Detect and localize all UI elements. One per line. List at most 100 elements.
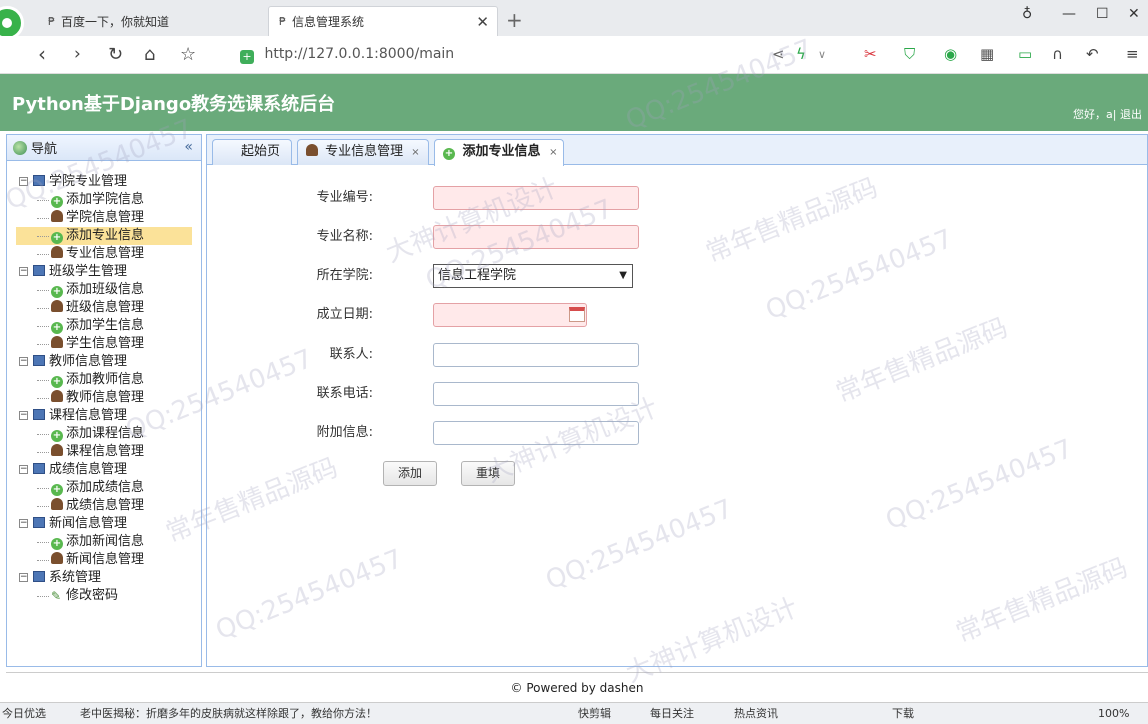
battery-icon[interactable]: ▭ [1018, 45, 1032, 63]
nav-item[interactable]: + 添加新闻信息 [7, 533, 201, 551]
nav-item[interactable]: ✎ 修改密码 [7, 587, 201, 605]
nav-item[interactable]: 专业信息管理 [7, 245, 201, 263]
tab-label: 专业信息管理 [325, 144, 404, 159]
statusbar-news[interactable]: 老中医揭秘：折磨多年的皮肤病就这样除跟了，教给你方法！ [80, 703, 377, 724]
browser-statusbar: 今日优选 老中医揭秘：折磨多年的皮肤病就这样除跟了，教给你方法！ 快剪辑 每日关… [0, 702, 1148, 724]
nav-item-label: 添加学院信息 [66, 192, 145, 207]
statusbar-item[interactable]: 热点资讯 [734, 703, 778, 724]
content-panel: 起始页 专业信息管理 × + 添加专业信息 × 专业编号: 专业名称: 所在学院… [206, 134, 1148, 667]
browser-tab-baidu[interactable]: ₱ 百度一下，你就知道 [38, 6, 264, 36]
add-icon: + [443, 148, 455, 160]
chevron-down-icon[interactable]: ∨ [818, 48, 826, 61]
refresh-icon[interactable]: ↻ [108, 44, 123, 65]
browser-tab-active[interactable]: ₱ 信息管理系统 ✕ [268, 6, 498, 36]
close-tab-icon[interactable]: × [549, 147, 557, 158]
nav-item[interactable]: + 添加教师信息 [7, 371, 201, 389]
minus-icon[interactable]: − [19, 357, 28, 366]
star-icon[interactable]: ☆ [180, 44, 196, 65]
add-icon: + [51, 376, 63, 388]
nav-item[interactable]: 班级信息管理 [7, 299, 201, 317]
specialty-no-input[interactable] [433, 186, 639, 210]
forward-icon[interactable]: › [74, 44, 81, 64]
nav-group[interactable]: − 成绩信息管理 [7, 461, 201, 479]
calendar-icon[interactable] [569, 307, 585, 322]
specialty-name-input[interactable] [433, 225, 639, 249]
back-icon[interactable]: ‹ [38, 42, 46, 66]
extra-info-label: 附加信息: [316, 425, 373, 440]
minus-icon[interactable]: − [19, 465, 28, 474]
scissors-icon[interactable]: ✂ [864, 45, 877, 63]
nav-group-label: 学院专业管理 [49, 174, 128, 189]
close-tab-icon[interactable]: × [411, 147, 419, 158]
nav-item-selected[interactable]: + 添加专业信息 [16, 227, 192, 245]
nav-item[interactable]: + 添加班级信息 [7, 281, 201, 299]
chat-icon[interactable]: ◉ [944, 45, 957, 63]
nav-title: 导航 [31, 142, 58, 157]
pencil-icon: ✎ [51, 589, 62, 603]
nav-item[interactable]: + 添加课程信息 [7, 425, 201, 443]
coupon-shield-icon[interactable]: ⛉ [904, 45, 915, 63]
minimize-icon[interactable]: — [1062, 6, 1076, 22]
statusbar-item[interactable]: 下载 [892, 703, 914, 724]
minus-icon[interactable]: − [19, 411, 28, 420]
new-tab-icon[interactable]: + [506, 8, 523, 32]
college-label: 所在学院: [316, 268, 373, 283]
statusbar-item[interactable]: 每日关注 [650, 703, 694, 724]
nav-tree: − 学院专业管理 + 添加学院信息 学院信息管理 + 添加专业信息 专业信息管理 − 班… [7, 161, 201, 605]
undo-icon[interactable]: ↶ [1086, 45, 1099, 63]
nav-item[interactable]: 新闻信息管理 [7, 551, 201, 569]
add-icon: + [51, 286, 63, 298]
nav-item-label: 学院信息管理 [66, 210, 145, 225]
tab-specialty-manage[interactable]: 专业信息管理 × [297, 139, 429, 165]
nav-item[interactable]: 教师信息管理 [7, 389, 201, 407]
welcome-logout[interactable]: 您好，a| 退出 [1073, 106, 1142, 122]
home-icon[interactable]: ⌂ [144, 44, 155, 65]
nav-group[interactable]: − 教师信息管理 [7, 353, 201, 371]
nav-item[interactable]: + 添加学院信息 [7, 191, 201, 209]
nav-item[interactable]: 学生信息管理 [7, 335, 201, 353]
share-icon[interactable]: ⋖ [772, 45, 785, 63]
user-icon [51, 300, 63, 312]
phone-input[interactable] [433, 382, 639, 406]
nav-item[interactable]: + 添加学生信息 [7, 317, 201, 335]
statusbar-item[interactable]: 快剪辑 [578, 703, 611, 724]
tab-home[interactable]: 起始页 [212, 139, 292, 165]
close-window-icon[interactable]: ✕ [1128, 6, 1140, 22]
contact-input[interactable] [433, 343, 639, 367]
minus-icon[interactable]: − [19, 177, 28, 186]
nav-group[interactable]: − 课程信息管理 [7, 407, 201, 425]
user-icon [51, 444, 63, 456]
nav-item[interactable]: 成绩信息管理 [7, 497, 201, 515]
minus-icon[interactable]: − [19, 519, 28, 528]
nav-item[interactable]: 课程信息管理 [7, 443, 201, 461]
add-button[interactable]: 添加 [383, 461, 437, 486]
nav-group[interactable]: − 学院专业管理 [7, 173, 201, 191]
apps-grid-icon[interactable]: ▦ [980, 45, 994, 63]
minus-icon[interactable]: − [19, 267, 28, 276]
reset-button[interactable]: 重填 [461, 461, 515, 486]
college-select[interactable]: 信息工程学院 ▼ [433, 264, 633, 288]
url-field[interactable]: + http://127.0.0.1:8000/main [240, 46, 454, 64]
nav-group[interactable]: − 新闻信息管理 [7, 515, 201, 533]
headphones-icon[interactable]: ∩ [1052, 45, 1063, 63]
nav-item[interactable]: + 添加成绩信息 [7, 479, 201, 497]
maximize-icon[interactable]: ☐ [1096, 6, 1109, 22]
shirt-skin-icon[interactable]: ♁ [1022, 6, 1032, 22]
extra-info-input[interactable] [433, 421, 639, 445]
phone-label: 联系电话: [316, 386, 373, 401]
statusbar-today[interactable]: 今日优选 [2, 703, 46, 724]
minus-icon[interactable]: − [19, 573, 28, 582]
nav-group[interactable]: − 系统管理 [7, 569, 201, 587]
close-tab-icon[interactable]: ✕ [476, 13, 489, 31]
nav-group[interactable]: − 班级学生管理 [7, 263, 201, 281]
menu-icon[interactable]: ≡ [1126, 45, 1139, 63]
user-icon [51, 390, 63, 402]
nav-item-label: 添加教师信息 [66, 372, 145, 387]
nav-item[interactable]: 学院信息管理 [7, 209, 201, 227]
collapse-icon[interactable]: « [184, 139, 193, 155]
date-input[interactable] [433, 303, 587, 327]
tab-add-specialty[interactable]: + 添加专业信息 × [434, 139, 564, 166]
nav-item-label: 专业信息管理 [66, 246, 145, 261]
lightning-icon[interactable]: ϟ [796, 45, 806, 63]
zoom-level[interactable]: 100% [1098, 703, 1129, 724]
